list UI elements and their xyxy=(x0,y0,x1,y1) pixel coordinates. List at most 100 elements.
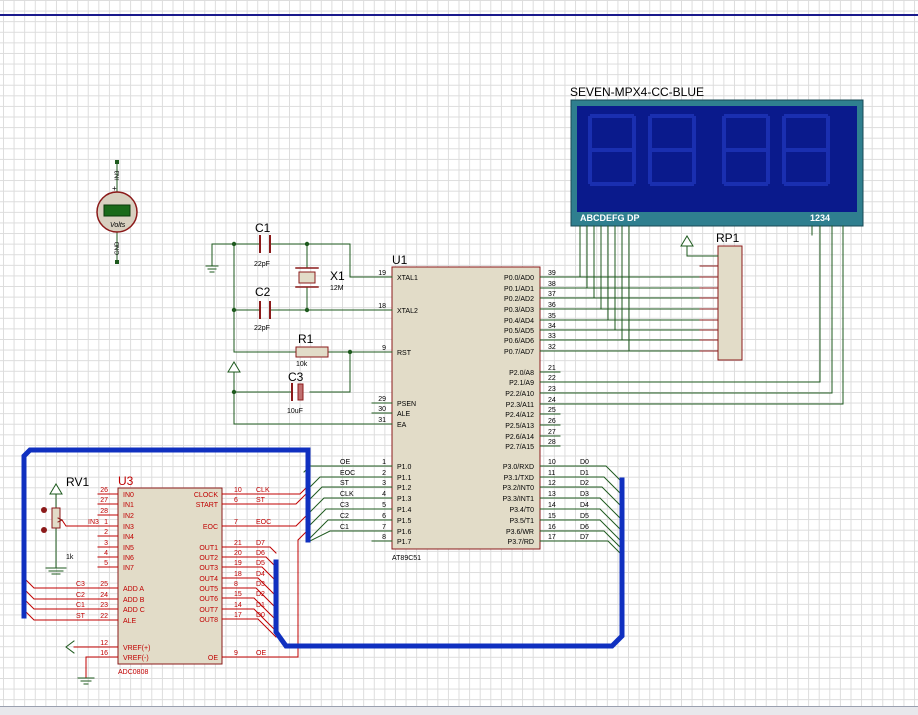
u1-pin-number: 36 xyxy=(548,302,556,309)
u1-pin-name: P2.6/A14 xyxy=(505,434,534,441)
u3-pin-name: START xyxy=(196,502,219,509)
capacitor-c2[interactable] xyxy=(259,301,271,319)
u3-pin-number: 3 xyxy=(104,540,108,547)
u3-pin-name: IN2 xyxy=(123,513,134,520)
u3-pin-number: 10 xyxy=(234,487,242,494)
u1-pin-name: P0.0/AD0 xyxy=(504,275,534,282)
u3-pin-number: 4 xyxy=(104,550,108,557)
u1-pin-name: P1.0 xyxy=(397,464,412,471)
u3-pin-name: IN3 xyxy=(123,524,134,531)
display-segment-labels: ABCDEFG DP xyxy=(580,213,640,223)
u1-net-label: C2 xyxy=(340,513,349,520)
u3-net-label: D0 xyxy=(256,612,265,619)
u1-pin-name: RST xyxy=(397,350,412,357)
u1-pin-name: P3.4/T0 xyxy=(509,507,534,514)
u1-pin-name: P2.0/A8 xyxy=(509,370,534,377)
resistor-r1[interactable] xyxy=(295,346,329,358)
c1-value: 22pF xyxy=(254,261,270,268)
capacitor-c1[interactable] xyxy=(259,235,271,253)
u3-pin-number: 23 xyxy=(100,602,108,609)
u1-pin-number: 11 xyxy=(548,470,555,477)
u1-pin-name: P1.7 xyxy=(397,539,412,546)
potentiometer-rv1[interactable] xyxy=(41,483,67,575)
u3-pin-name: CLOCK xyxy=(194,492,218,499)
u3-pin-number: 6 xyxy=(234,497,238,504)
u1-pin-number: 21 xyxy=(548,365,556,372)
u1-net-label: D0 xyxy=(580,459,589,466)
u3-net-label: D7 xyxy=(256,540,265,547)
u1-pin-number: 9 xyxy=(382,345,386,352)
u3-net-label: D1 xyxy=(256,602,265,609)
u3-pin-number: 15 xyxy=(234,591,242,598)
u3-pin-name: IN7 xyxy=(123,565,134,572)
u3-pin-number: 24 xyxy=(100,592,108,599)
voltmeter-pin-in3: IN3 xyxy=(115,170,121,180)
u1-pin-number: 19 xyxy=(378,270,386,277)
u1-pin-name: P3.3/INT1 xyxy=(502,496,534,503)
rv1-value: 1k xyxy=(66,554,74,561)
u3-net-label: ST xyxy=(76,613,86,620)
u1-pin-name: PSEN xyxy=(397,401,416,408)
u1-net-label: D6 xyxy=(580,524,589,531)
u1-pin-name: P3.6/WR xyxy=(506,529,534,536)
u1-pin-name: XTAL2 xyxy=(397,308,418,315)
u1-net-label: CLK xyxy=(340,491,354,498)
u1-pin-number: 33 xyxy=(548,333,556,340)
u3-net-label: D4 xyxy=(256,571,265,578)
u1-net-label: OE xyxy=(340,459,350,466)
u1-pin-number: 13 xyxy=(548,491,556,498)
u1-pin-number: 23 xyxy=(548,386,556,393)
u1-pin-name: P0.2/AD2 xyxy=(504,296,534,303)
u1-pin-number: 14 xyxy=(548,502,556,509)
u3-pin-name: ADD C xyxy=(123,607,145,614)
rp1-label: RP1 xyxy=(716,231,740,245)
seven-segment-display[interactable] xyxy=(570,99,864,227)
u1-pin-name: P1.6 xyxy=(397,529,412,536)
u1-pin-number: 35 xyxy=(548,313,556,320)
u3-pin-number: 20 xyxy=(234,550,242,557)
c2-label: C2 xyxy=(255,285,271,299)
u1-pin-name: P2.2/A10 xyxy=(505,391,534,398)
voltmeter-plus: + xyxy=(112,184,117,193)
c3-label: C3 xyxy=(288,370,304,384)
u3-net-label: ST xyxy=(256,497,266,504)
rv1-label: RV1 xyxy=(66,475,89,489)
u3-pin-number: 19 xyxy=(234,560,242,567)
u1-net-label: C1 xyxy=(340,524,349,531)
u3-pin-name: VREF(-) xyxy=(123,655,149,662)
c3-value: 10uF xyxy=(287,408,303,415)
u1-pin-name: P1.1 xyxy=(397,475,412,482)
u1-pin-name: P3.1/TXD xyxy=(504,475,534,482)
capacitor-c3[interactable] xyxy=(291,383,304,401)
vref-terminal-icon xyxy=(65,640,75,654)
u1-pin-name: P0.1/AD1 xyxy=(504,286,534,293)
u1-pin-number: 27 xyxy=(548,429,556,436)
u3-pin-name: IN4 xyxy=(123,534,134,541)
u1-pin-name: P2.3/A11 xyxy=(506,402,534,409)
u1-pin-number: 15 xyxy=(548,513,556,520)
u1-pin-number: 34 xyxy=(548,323,556,330)
u3-pin-number: 2 xyxy=(104,529,108,536)
power-terminal-icon xyxy=(227,361,241,373)
u1-pin-number: 29 xyxy=(378,396,386,403)
u3-pin-name: OUT2 xyxy=(199,555,218,562)
u3-pin-name: OUT5 xyxy=(199,586,218,593)
u3-pin-name: ADD A xyxy=(123,586,144,593)
u1-pin-number: 31 xyxy=(378,417,386,424)
u3-pin-number: 1 xyxy=(104,519,108,526)
u1-pin-name: P0.4/AD4 xyxy=(504,318,534,325)
u1-pin-number: 26 xyxy=(548,418,556,425)
u1-pin-number: 4 xyxy=(382,491,386,498)
voltmeter-pin-gnd: GND xyxy=(115,241,121,255)
u3-pin-name: OUT1 xyxy=(199,545,218,552)
u3-pin-number: 25 xyxy=(100,581,108,588)
u3-pin-name: OUT3 xyxy=(199,565,218,572)
u3-pin-name: ADD B xyxy=(123,597,145,604)
crystal-x1[interactable] xyxy=(295,267,319,288)
schematic-drawing[interactable]: SEVEN-MPX4-CC-BLUE ABCDEFG DP 1234 RP1 V… xyxy=(0,0,918,714)
u1-pin-name: P3.0/RXD xyxy=(503,464,534,471)
u3-pin-name: OUT8 xyxy=(199,617,218,624)
u3-pin-name: OUT7 xyxy=(199,607,218,614)
u3-pin-name: VREF(+) xyxy=(123,645,150,652)
u3-pin-number: 17 xyxy=(234,612,242,619)
